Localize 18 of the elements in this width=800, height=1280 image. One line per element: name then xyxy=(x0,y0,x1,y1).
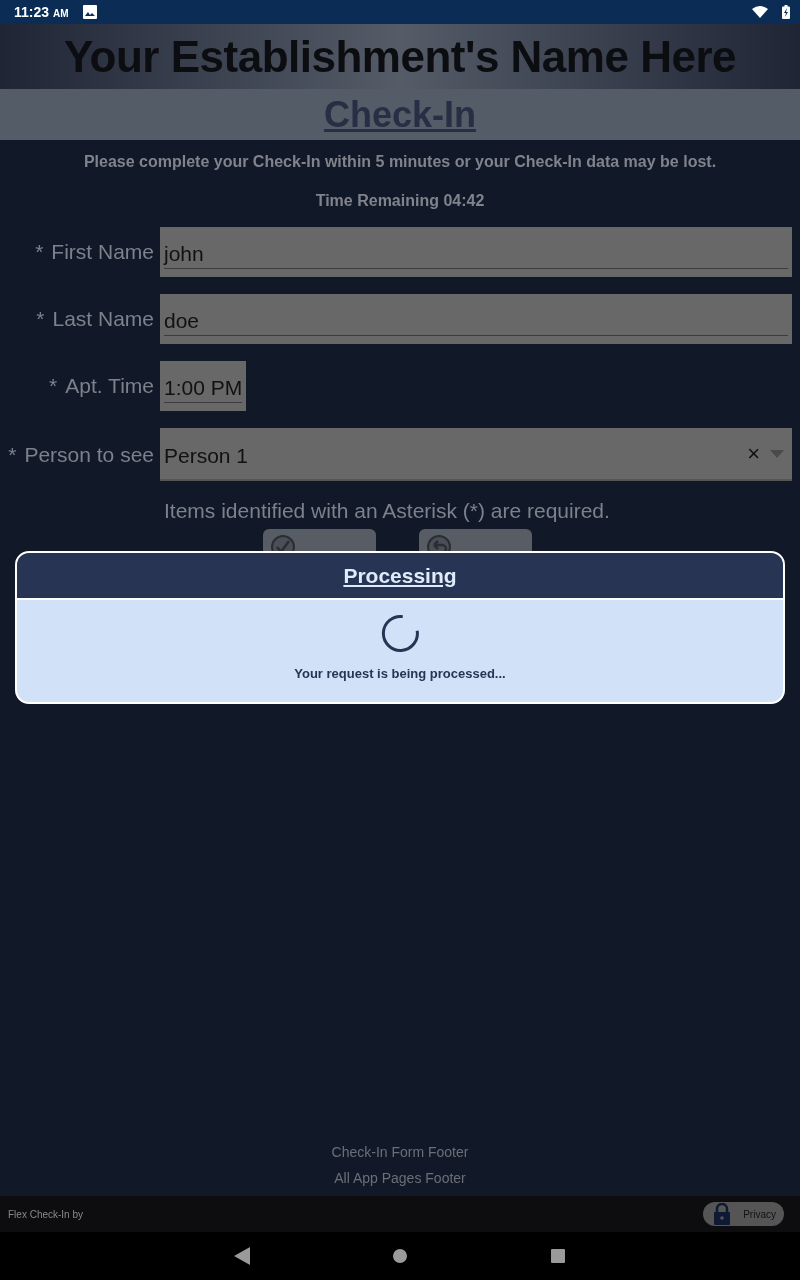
required-asterisk: * xyxy=(35,240,44,264)
field-label: Person to see xyxy=(24,442,154,467)
field-label: First Name xyxy=(51,240,154,264)
notice-text: Please complete your Check-In within 5 minutes or your Check-In data may be lost. xyxy=(82,153,718,171)
timer-text: Time Remaining 04:42 xyxy=(314,192,486,210)
establishment-title: Your Establishment's Name Here xyxy=(64,31,736,82)
required-asterisk: * xyxy=(49,374,58,398)
required-note: Items identified with an Asterisk (*) are required. xyxy=(164,499,611,523)
field-label: Apt. Time xyxy=(65,374,154,398)
dialog-message: Your request is being processed... xyxy=(294,666,506,681)
credit-text: Flex Check-In by xyxy=(8,1208,84,1220)
footer-text: Check-In Form Footer xyxy=(330,1144,470,1160)
dialog-title: Processing xyxy=(343,563,457,588)
required-asterisk: * xyxy=(36,307,45,331)
footer-text: All App Pages Footer xyxy=(333,1170,467,1186)
field-label: Last Name xyxy=(52,307,154,331)
status-time: 11:23 AM xyxy=(14,4,69,20)
required-asterisk: * xyxy=(8,442,17,467)
